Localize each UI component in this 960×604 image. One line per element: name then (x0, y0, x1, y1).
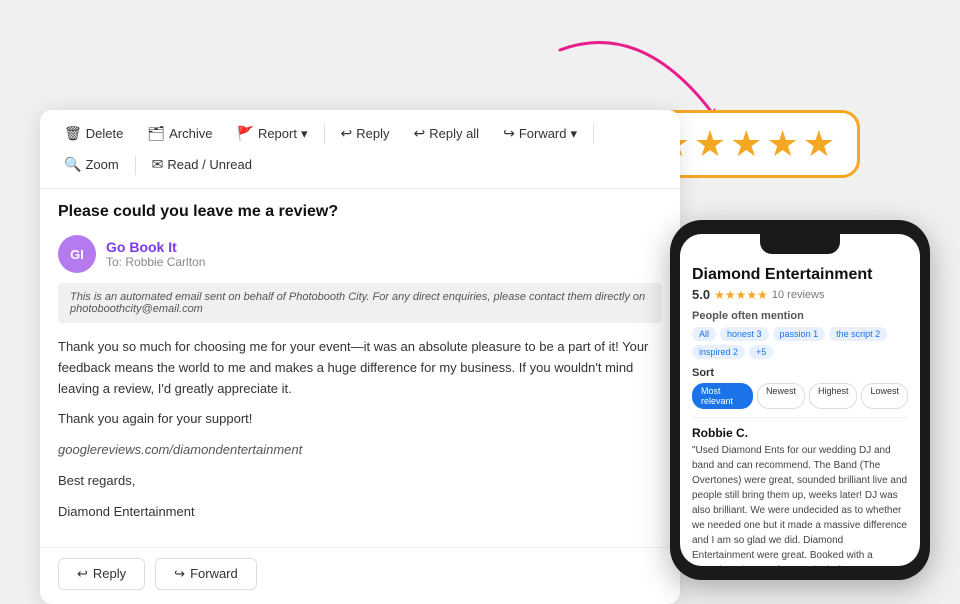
star-4: ★ (766, 123, 798, 165)
mention-chips: All honest 3 passion 1 the script 2 insp… (692, 327, 908, 359)
flag-icon: 🚩 (237, 125, 254, 142)
body-para1: Thank you so much for choosing me for yo… (58, 337, 662, 399)
body-signature: Diamond Entertainment (58, 502, 662, 523)
delete-button[interactable]: 🗑 Delete (54, 120, 133, 147)
archive-button[interactable]: 🗂 Archive (137, 120, 222, 147)
chip-all[interactable]: All (692, 327, 716, 341)
reply-icon: ↩ (341, 125, 353, 142)
email-subject: Please could you leave me a review? (40, 189, 680, 229)
rating-row: 5.0 ★★★★★ 10 reviews (692, 287, 908, 302)
reply-all-button[interactable]: ↩ Reply all (403, 120, 489, 147)
reply-all-icon: ↩ (413, 125, 425, 142)
toolbar-separator (324, 124, 325, 144)
email-body: Thank you so much for choosing me for yo… (40, 333, 680, 547)
body-regards: Best regards, (58, 471, 662, 492)
review-text: "Used Diamond Ents for our wedding DJ an… (692, 443, 908, 566)
sort-label: Sort (692, 367, 908, 379)
star-3: ★ (730, 123, 762, 165)
zoom-icon: 🔍 (64, 156, 81, 173)
sort-most-relevant[interactable]: Most relevant (692, 383, 753, 409)
bottom-forward-icon: ↪ (174, 566, 185, 582)
chip-honest[interactable]: honest 3 (720, 327, 769, 341)
bottom-toolbar: ↩ Reply ↪ Forward (40, 547, 680, 604)
archive-icon: 🗂 (147, 125, 165, 142)
sort-newest[interactable]: Newest (757, 383, 805, 409)
phone-mockup: Diamond Entertainment 5.0 ★★★★★ 10 revie… (670, 220, 930, 580)
sender-to: To: Robbie Carlton (106, 255, 205, 269)
bottom-reply-icon: ↩ (77, 566, 88, 582)
sort-highest[interactable]: Highest (809, 383, 858, 409)
body-link[interactable]: googlereviews.com/diamondentertainment (58, 440, 662, 461)
sender-info: Go Book It To: Robbie Carlton (106, 239, 205, 269)
small-stars: ★★★★★ (714, 288, 768, 302)
phone-screen: Diamond Entertainment 5.0 ★★★★★ 10 revie… (680, 234, 920, 566)
sort-lowest[interactable]: Lowest (861, 383, 908, 409)
email-toolbar: 🗑 Delete 🗂 Archive 🚩 Report ▾ ↩ Reply ↩ … (40, 110, 680, 189)
body-para2: Thank you again for your support! (58, 409, 662, 430)
chip-script[interactable]: the script 2 (829, 327, 887, 341)
bottom-forward-button[interactable]: ↪ Forward (155, 558, 257, 590)
sort-chips: Most relevant Newest Highest Lowest (692, 383, 908, 409)
people-mention-label: People often mention (692, 310, 908, 322)
sender-name: Go Book It (106, 239, 205, 255)
reviewer-name: Robbie C. (692, 426, 908, 440)
chip-inspired[interactable]: inspired 2 (692, 345, 745, 359)
star-2: ★ (694, 123, 726, 165)
zoom-button[interactable]: 🔍 Zoom (54, 151, 129, 178)
star-5: ★ (803, 123, 835, 165)
forward-icon: ↪ (503, 125, 515, 142)
read-unread-button[interactable]: ✉ Read / Unread (142, 151, 262, 178)
business-name: Diamond Entertainment (692, 266, 908, 284)
envelope-icon: ✉ (152, 156, 164, 173)
chip-passion[interactable]: passion 1 (773, 327, 826, 341)
sender-row: GI Go Book It To: Robbie Carlton (40, 229, 680, 283)
trash-icon: 🗑 (64, 125, 82, 142)
bottom-reply-button[interactable]: ↩ Reply (58, 558, 145, 590)
reply-button[interactable]: ↩ Reply (331, 120, 400, 147)
toolbar-separator-2 (593, 124, 594, 144)
toolbar-separator-3 (135, 155, 136, 175)
rating-score: 5.0 (692, 287, 710, 302)
avatar: GI (58, 235, 96, 273)
chip-more[interactable]: +5 (749, 345, 773, 359)
email-panel: 🗑 Delete 🗂 Archive 🚩 Report ▾ ↩ Reply ↩ … (40, 110, 680, 604)
review-count: 10 reviews (772, 289, 825, 301)
phone-notch (760, 234, 840, 254)
review-item-1: Robbie C. "Used Diamond Ents for our wed… (692, 417, 908, 566)
report-button[interactable]: 🚩 Report ▾ (227, 120, 318, 147)
auto-notice: This is an automated email sent on behal… (58, 283, 662, 323)
forward-button[interactable]: ↪ Forward ▾ (493, 120, 587, 147)
